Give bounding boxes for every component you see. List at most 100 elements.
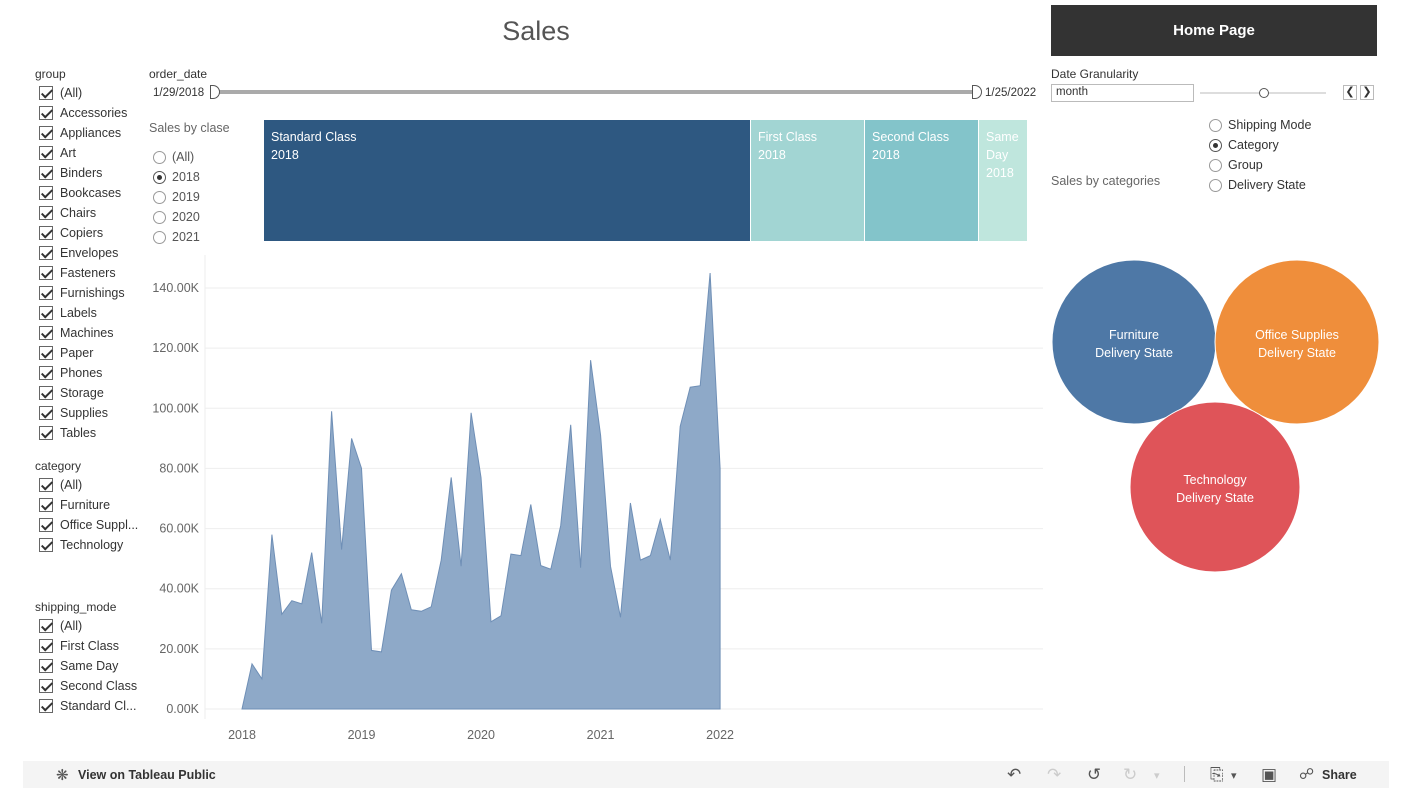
refresh-icon[interactable]: ↻ xyxy=(1123,765,1137,785)
shipping-mode-option[interactable]: (All) xyxy=(39,616,137,636)
checkbox-checked-icon[interactable] xyxy=(39,699,53,713)
checkbox-checked-icon[interactable] xyxy=(39,619,53,633)
redo-icon[interactable]: ↷ xyxy=(1047,765,1061,785)
download-icon[interactable]: ⎘ xyxy=(1210,765,1224,785)
category-option[interactable]: Office Suppl... xyxy=(39,515,138,535)
checkbox-checked-icon[interactable] xyxy=(39,166,53,180)
checkbox-checked-icon[interactable] xyxy=(39,366,53,380)
revert-icon[interactable]: ↺ xyxy=(1087,765,1101,785)
order-date-end-handle[interactable] xyxy=(972,85,982,99)
checkbox-checked-icon[interactable] xyxy=(39,659,53,673)
group-option[interactable]: Furnishings xyxy=(39,283,127,303)
radio-empty-icon[interactable] xyxy=(153,210,166,224)
radio-option[interactable]: 2020 xyxy=(153,207,200,227)
class-bar-segment[interactable]: First Class 2018 xyxy=(751,120,865,241)
radio-empty-icon[interactable] xyxy=(1209,158,1222,172)
group-option[interactable]: Chairs xyxy=(39,203,127,223)
radio-option[interactable]: (All) xyxy=(153,147,200,167)
view-on-tableau-link[interactable]: View on Tableau Public xyxy=(78,768,216,782)
order-date-start-handle[interactable] xyxy=(210,85,220,99)
radio-option[interactable]: Group xyxy=(1209,155,1311,175)
radio-selected-icon[interactable] xyxy=(153,170,166,184)
sales-area[interactable] xyxy=(241,272,721,710)
checkbox-checked-icon[interactable] xyxy=(39,639,53,653)
checkbox-checked-icon[interactable] xyxy=(39,426,53,440)
home-page-button[interactable]: Home Page xyxy=(1051,5,1377,56)
granularity-slider-handle[interactable] xyxy=(1259,88,1269,98)
radio-selected-icon[interactable] xyxy=(1209,138,1222,152)
checkbox-checked-icon[interactable] xyxy=(39,498,53,512)
checkbox-checked-icon[interactable] xyxy=(39,246,53,260)
checkbox-checked-icon[interactable] xyxy=(39,478,53,492)
checkbox-checked-icon[interactable] xyxy=(39,146,53,160)
radio-option[interactable]: Category xyxy=(1209,135,1311,155)
radio-empty-icon[interactable] xyxy=(1209,178,1222,192)
shipping-mode-option[interactable]: Second Class xyxy=(39,676,137,696)
checkbox-checked-icon[interactable] xyxy=(39,346,53,360)
refresh-dropdown-icon[interactable]: ▾ xyxy=(1154,769,1160,782)
undo-icon[interactable]: ↶ xyxy=(1007,765,1021,785)
category-bubble[interactable]: Technology Delivery State xyxy=(1129,401,1301,573)
date-granularity-input[interactable]: month xyxy=(1051,84,1194,102)
bubble-circle[interactable] xyxy=(1129,401,1301,573)
group-option[interactable]: Art xyxy=(39,143,127,163)
checkbox-checked-icon[interactable] xyxy=(39,518,53,532)
chevron-right-icon[interactable]: ❯ xyxy=(1360,85,1374,100)
shipping-mode-option[interactable]: First Class xyxy=(39,636,137,656)
radio-option[interactable]: 2018 xyxy=(153,167,200,187)
group-option[interactable]: (All) xyxy=(39,83,127,103)
checkbox-checked-icon[interactable] xyxy=(39,86,53,100)
group-option[interactable]: Tables xyxy=(39,423,127,443)
shipping-mode-option[interactable]: Same Day xyxy=(39,656,137,676)
fullscreen-icon[interactable]: ▣ xyxy=(1261,765,1277,785)
group-option[interactable]: Binders xyxy=(39,163,127,183)
share-icon[interactable]: ☍ xyxy=(1299,765,1314,783)
category-option[interactable]: Furniture xyxy=(39,495,138,515)
checkbox-checked-icon[interactable] xyxy=(39,386,53,400)
category-option[interactable]: Technology xyxy=(39,535,138,555)
radio-option[interactable]: Shipping Mode xyxy=(1209,115,1311,135)
radio-empty-icon[interactable] xyxy=(1209,118,1222,132)
group-option[interactable]: Paper xyxy=(39,343,127,363)
download-dropdown-icon[interactable]: ▾ xyxy=(1231,769,1237,782)
group-option[interactable]: Envelopes xyxy=(39,243,127,263)
checkbox-checked-icon[interactable] xyxy=(39,186,53,200)
checkbox-checked-icon[interactable] xyxy=(39,106,53,120)
group-option[interactable]: Storage xyxy=(39,383,127,403)
chevron-left-icon[interactable]: ❮ xyxy=(1343,85,1357,100)
radio-option[interactable]: Delivery State xyxy=(1209,175,1311,195)
group-option[interactable]: Bookcases xyxy=(39,183,127,203)
category-option[interactable]: (All) xyxy=(39,475,138,495)
checkbox-checked-icon[interactable] xyxy=(39,126,53,140)
category-bubble[interactable]: Furniture Delivery State xyxy=(1051,259,1217,425)
checkbox-checked-icon[interactable] xyxy=(39,538,53,552)
class-bar-segment[interactable]: Same Day 2018 xyxy=(979,120,1028,241)
order-date-slider-track[interactable] xyxy=(214,90,980,94)
group-option[interactable]: Phones xyxy=(39,363,127,383)
group-option[interactable]: Machines xyxy=(39,323,127,343)
checkbox-checked-icon[interactable] xyxy=(39,286,53,300)
radio-empty-icon[interactable] xyxy=(153,190,166,204)
group-option[interactable]: Fasteners xyxy=(39,263,127,283)
shipping-mode-option[interactable]: Standard Cl... xyxy=(39,696,137,716)
class-bar-segment[interactable]: Standard Class 2018 xyxy=(264,120,751,241)
radio-empty-icon[interactable] xyxy=(153,230,166,244)
radio-empty-icon[interactable] xyxy=(153,150,166,164)
category-bubble[interactable]: Office Supplies Delivery State xyxy=(1214,259,1380,425)
checkbox-checked-icon[interactable] xyxy=(39,206,53,220)
class-bar-segment[interactable]: Second Class 2018 xyxy=(865,120,979,241)
checkbox-checked-icon[interactable] xyxy=(39,226,53,240)
checkbox-checked-icon[interactable] xyxy=(39,679,53,693)
group-option[interactable]: Supplies xyxy=(39,403,127,423)
checkbox-checked-icon[interactable] xyxy=(39,306,53,320)
bubble-circle[interactable] xyxy=(1051,259,1217,425)
share-button[interactable]: Share xyxy=(1322,768,1357,782)
checkbox-checked-icon[interactable] xyxy=(39,326,53,340)
bubble-circle[interactable] xyxy=(1214,259,1380,425)
radio-option[interactable]: 2021 xyxy=(153,227,200,247)
group-option[interactable]: Accessories xyxy=(39,103,127,123)
radio-option[interactable]: 2019 xyxy=(153,187,200,207)
checkbox-checked-icon[interactable] xyxy=(39,406,53,420)
group-option[interactable]: Appliances xyxy=(39,123,127,143)
group-option[interactable]: Labels xyxy=(39,303,127,323)
